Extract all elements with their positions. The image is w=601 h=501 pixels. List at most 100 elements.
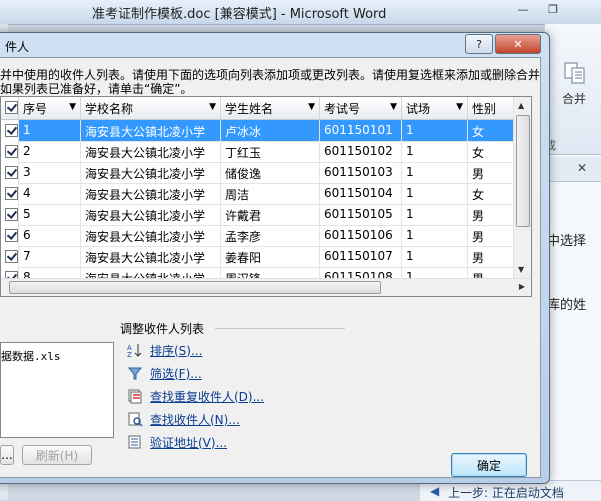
scroll-thumb[interactable] <box>516 115 530 227</box>
table-cell-seq: 1 <box>19 120 81 141</box>
table-cell-room: 1 <box>402 204 468 225</box>
vertical-scrollbar[interactable]: ▲ ▼ <box>513 97 531 279</box>
previous-step-link[interactable]: 上一步: 正在启动文档 <box>448 484 564 501</box>
checkbox-icon <box>5 101 18 114</box>
back-arrow-icon[interactable]: ◀ <box>430 484 439 498</box>
table-cell-seq: 7 <box>19 246 81 267</box>
table-cell-name: 周洁 <box>221 183 320 204</box>
column-label: 考试号 <box>324 102 361 116</box>
column-label: 试场 <box>406 102 431 116</box>
checkbox-icon <box>5 229 18 242</box>
column-label: 学生姓名 <box>225 102 274 116</box>
table-cell-name: 孟李彦 <box>221 225 320 246</box>
task-pane-header: ✕ <box>545 157 601 182</box>
table-row[interactable]: 7 海安县大公镇北凌小学 姜春阳 601150107 1 男 <box>1 246 521 268</box>
column-header-school[interactable]: 学校名称 ▼ <box>81 97 221 119</box>
table-cell-exam-no: 601150101 <box>320 120 402 141</box>
checkbox-icon <box>5 124 18 137</box>
find-recipient-icon <box>126 410 144 428</box>
close-icon[interactable] <box>569 0 597 18</box>
filter-label[interactable]: 筛选(F)... <box>150 365 202 382</box>
table-cell-seq: 4 <box>19 183 81 204</box>
ok-button[interactable]: 确定 <box>451 453 527 477</box>
table-row[interactable]: 6 海安县大公镇北凌小学 孟李彦 601150106 1 男 <box>1 225 521 247</box>
scroll-thumb[interactable] <box>9 281 381 294</box>
scroll-right-icon[interactable]: ▶ <box>519 282 525 291</box>
table-cell-exam-no: 601150107 <box>320 246 402 267</box>
dropdown-arrow-icon[interactable]: ▼ <box>69 102 76 112</box>
word-window-title: 准考证制作模板.doc [兼容模式] - Microsoft Word <box>92 7 387 22</box>
refine-list-title: 调整收件人列表 <box>120 322 205 336</box>
row-checkbox[interactable] <box>1 162 19 183</box>
select-all-checkbox[interactable] <box>1 97 19 119</box>
table-cell-school: 海安县大公镇北凌小学 <box>81 246 221 267</box>
checkbox-icon <box>5 208 18 221</box>
dialog-close-button[interactable]: ✕ <box>495 34 541 54</box>
table-cell-school: 海安县大公镇北凌小学 <box>81 120 221 141</box>
column-header-name[interactable]: 学生姓名 ▼ <box>221 97 320 119</box>
horizontal-scrollbar[interactable]: ▶ <box>1 278 531 296</box>
column-header-room[interactable]: 试场 ▼ <box>402 97 468 119</box>
filter-icon <box>126 364 144 382</box>
table-cell-name: 卢冰冰 <box>221 120 320 141</box>
find-duplicates-link[interactable]: 查找重复收件人(D)... <box>126 386 264 406</box>
row-checkbox[interactable] <box>1 225 19 246</box>
checkbox-icon <box>5 166 18 179</box>
merge-icon[interactable] <box>562 60 588 86</box>
help-button[interactable]: ? <box>465 34 493 54</box>
row-checkbox[interactable] <box>1 204 19 225</box>
data-source-item[interactable]: 据数据.xls <box>1 348 61 364</box>
row-checkbox[interactable] <box>1 141 19 162</box>
dialog-title: 件人 <box>5 40 30 54</box>
table-row[interactable]: 5 海安县大公镇北凌小学 许戴君 601150105 1 男 <box>1 204 521 226</box>
dropdown-arrow-icon[interactable]: ▼ <box>308 102 315 112</box>
table-cell-room: 1 <box>402 120 468 141</box>
table-cell-room: 1 <box>402 162 468 183</box>
word-titlebar: 准考证制作模板.doc [兼容模式] - Microsoft Word — ❐ <box>0 0 601 25</box>
column-label: 序号 <box>23 102 48 116</box>
table-cell-school: 海安县大公镇北凌小学 <box>81 204 221 225</box>
edit-button[interactable]: ... <box>0 445 14 465</box>
scroll-down-icon[interactable]: ▼ <box>518 265 524 274</box>
sort-label[interactable]: 排序(S)... <box>150 342 202 359</box>
table-cell-name: 丁红玉 <box>221 141 320 162</box>
scroll-up-icon[interactable]: ▲ <box>518 101 524 110</box>
row-checkbox[interactable] <box>1 246 19 267</box>
find-duplicates-label[interactable]: 查找重复收件人(D)... <box>150 388 264 405</box>
table-cell-room: 1 <box>402 141 468 162</box>
column-header-seq[interactable]: 序号 ▼ <box>19 97 81 119</box>
table-cell-seq: 6 <box>19 225 81 246</box>
row-checkbox[interactable] <box>1 120 19 141</box>
table-cell-name: 储俊逸 <box>221 162 320 183</box>
find-recipient-link[interactable]: 查找收件人(N)... <box>126 409 240 429</box>
row-checkbox[interactable] <box>1 183 19 204</box>
validate-addresses-link[interactable]: 验证地址(V)... <box>126 432 227 452</box>
table-cell-seq: 3 <box>19 162 81 183</box>
table-row[interactable]: 3 海安县大公镇北凌小学 储俊逸 601150103 1 男 <box>1 162 521 184</box>
find-recipient-label[interactable]: 查找收件人(N)... <box>150 411 240 428</box>
refresh-button[interactable]: 刷新(H) <box>22 445 92 465</box>
dialog-client-area: 并中使用的收件人列表。请使用下面的选项向列表添加项或更改列表。请使用复选框来添加… <box>0 57 541 478</box>
dropdown-arrow-icon[interactable]: ▼ <box>456 102 463 112</box>
table-cell-room: 1 <box>402 246 468 267</box>
table-cell-school: 海安县大公镇北凌小学 <box>81 162 221 183</box>
data-source-list[interactable]: 据数据.xls <box>0 342 114 438</box>
filter-link[interactable]: 筛选(F)... <box>126 363 202 383</box>
column-header-exam-no[interactable]: 考试号 ▼ <box>320 97 402 119</box>
table-cell-name: 许戴君 <box>221 204 320 225</box>
validate-addresses-label[interactable]: 验证地址(V)... <box>150 434 227 451</box>
table-row[interactable]: 2 海安县大公镇北凌小学 丁红玉 601150102 1 女 <box>1 141 521 163</box>
checkbox-icon <box>5 187 18 200</box>
restore-icon[interactable]: ❐ <box>539 0 567 18</box>
dropdown-arrow-icon[interactable]: ▼ <box>390 102 397 112</box>
dropdown-arrow-icon[interactable]: ▼ <box>209 102 216 112</box>
table-row[interactable]: 4 海安县大公镇北凌小学 周洁 601150104 1 女 <box>1 183 521 205</box>
minimize-icon[interactable]: — <box>509 0 537 18</box>
pane-close-icon[interactable]: ✕ <box>577 161 587 175</box>
table-row[interactable]: 1 海安县大公镇北凌小学 卢冰冰 601150101 1 女 <box>1 120 521 142</box>
validate-icon <box>126 433 144 451</box>
checkbox-icon <box>5 250 18 263</box>
sort-link[interactable]: AZ 排序(S)... <box>126 340 202 360</box>
column-label: 性别 <box>472 102 497 116</box>
table-cell-exam-no: 601150103 <box>320 162 402 183</box>
